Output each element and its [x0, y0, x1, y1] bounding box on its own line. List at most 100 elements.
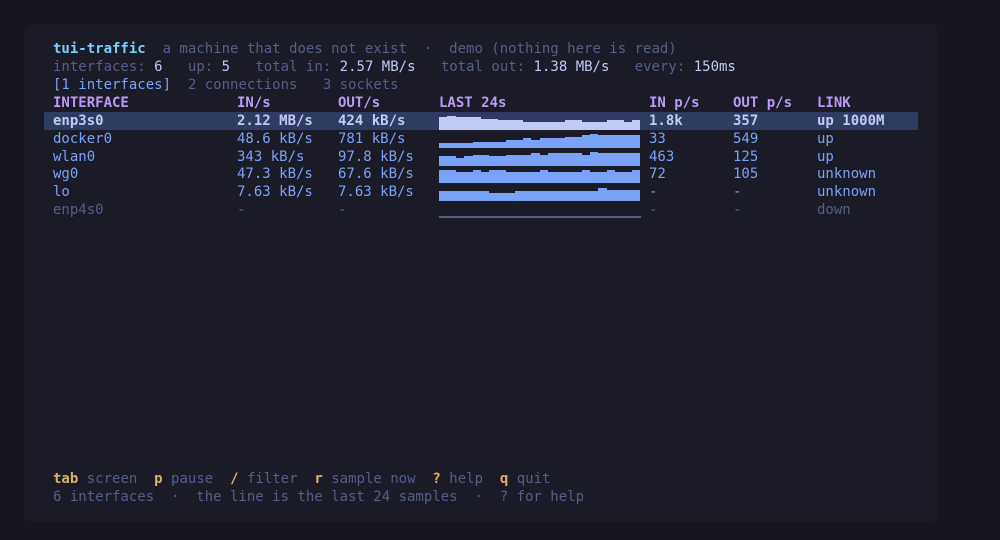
- cell-out-pps: 125: [733, 148, 759, 165]
- sparkline-bar: [531, 152, 540, 166]
- cell-interface: enp3s0: [53, 113, 104, 129]
- cell-in-pps: 33: [649, 130, 666, 147]
- sparkline-bar: [548, 122, 557, 130]
- sparkline-bar: [539, 191, 549, 202]
- table-row[interactable]: lo 7.63 kB/s 7.63 kB/s - - unknown: [44, 183, 918, 202]
- cell-out: 97.8 kB/s: [338, 148, 414, 165]
- key-help[interactable]: ?: [432, 471, 440, 487]
- cell-link: unknown: [817, 184, 877, 201]
- sparkline-bar: [556, 122, 565, 130]
- cell-out-pps: -: [733, 202, 742, 218]
- interfaces-label: interfaces:: [53, 59, 146, 75]
- sparkline-bar: [522, 122, 532, 130]
- sparkline-bar: [564, 191, 574, 202]
- table-row[interactable]: wlan0 343 kB/s 97.8 kB/s 463 125 up: [44, 148, 918, 166]
- cell-in-pps: -: [649, 184, 658, 201]
- sparkline-bar: [439, 170, 448, 184]
- cell-link: up: [817, 130, 834, 147]
- sparkline-bar: [514, 172, 523, 184]
- sparkline-bar: [480, 119, 490, 130]
- key-tab[interactable]: tab: [53, 471, 78, 487]
- cell-link: up 1000M: [817, 113, 885, 129]
- cell-in: 48.6 kB/s: [237, 130, 313, 147]
- sparkline: [439, 201, 641, 219]
- table-row[interactable]: wg0 47.3 kB/s 67.6 kB/s 72 105 unknown: [44, 165, 918, 184]
- sparkline: [439, 130, 641, 148]
- sparkline-bar: [472, 154, 481, 166]
- table-row[interactable]: enp3s0 2.12 MB/s 424 kB/s 1.8k 357 up 1000M: [44, 112, 918, 130]
- sparkline-bar: [464, 191, 473, 202]
- col-in-pps: IN p/s: [649, 95, 700, 111]
- every-label: every:: [634, 59, 686, 75]
- col-last24s: LAST 24s: [439, 95, 507, 111]
- sparkline-bar: [497, 193, 507, 202]
- tab-connections[interactable]: 2 connections: [188, 77, 298, 93]
- col-in: IN/s: [237, 95, 271, 111]
- sparkline-bar: [606, 170, 616, 184]
- cell-link: up: [817, 148, 834, 165]
- sparkline-bar: [531, 139, 540, 148]
- sparkline-bar: [573, 152, 582, 166]
- cell-out-pps: 357: [733, 113, 759, 129]
- sparkline-bar: [631, 170, 641, 184]
- sparkline-bar: [464, 172, 473, 184]
- sparkline-bar: [439, 191, 448, 202]
- sparkline-bar: [539, 137, 549, 148]
- cell-out: -: [338, 202, 347, 218]
- key-q[interactable]: q: [500, 471, 508, 487]
- sparkline-bar: [598, 122, 607, 130]
- sparkline-bar: [489, 155, 498, 166]
- sparkline-bar: [497, 170, 507, 184]
- key-tab-label: screen: [86, 471, 138, 487]
- sparkline-bar: [506, 193, 515, 202]
- sparkline-bar: [439, 117, 448, 130]
- sparkline-bar: [489, 170, 498, 184]
- sparkline-bar: [556, 172, 565, 184]
- sparkline-bar: [556, 137, 565, 148]
- up-value: 5: [221, 59, 231, 75]
- keybindings-bar: tab screen p pause / filter r sample now…: [53, 470, 550, 488]
- key-q-label: quit: [516, 471, 551, 487]
- sparkline-bar: [472, 117, 481, 130]
- sparkline-bar: [497, 120, 507, 130]
- sparkline-bar: [581, 154, 591, 166]
- sparkline-bar: [506, 172, 515, 184]
- sparkline-bar: [598, 172, 607, 184]
- sparkline-bar: [590, 133, 599, 148]
- cell-in: -: [237, 202, 246, 218]
- cell-in-pps: 1.8k: [649, 113, 683, 129]
- tab-interfaces[interactable]: [1 interfaces]: [53, 77, 171, 93]
- cell-in-pps: 72: [649, 166, 666, 183]
- cell-link: down: [817, 202, 851, 218]
- sparkline-bar: [631, 190, 641, 202]
- table-row[interactable]: enp4s0 - - - - down: [44, 201, 918, 219]
- cell-out-pps: -: [733, 184, 742, 201]
- title-line: tui-traffic a machine that does not exis…: [53, 40, 677, 58]
- cell-interface: lo: [53, 184, 70, 201]
- cell-interface: wg0: [53, 166, 79, 183]
- sparkline-bar: [556, 152, 565, 166]
- cell-out: 7.63 kB/s: [338, 184, 414, 201]
- key-help-label: help: [449, 471, 483, 487]
- cell-link: unknown: [817, 166, 877, 183]
- sparkline-bar: [455, 172, 465, 184]
- key-slash[interactable]: /: [230, 471, 238, 487]
- cell-out-pps: 549: [733, 130, 759, 147]
- terminal-window: tui-traffic a machine that does not exis…: [24, 24, 938, 522]
- sparkline-bar: [506, 120, 515, 130]
- tab-sockets[interactable]: 3 sockets: [323, 77, 399, 93]
- sparkline-bar: [514, 191, 523, 202]
- table-row[interactable]: docker0 48.6 kB/s 781 kB/s 33 549 up: [44, 130, 918, 148]
- sparkline-bar: [606, 190, 616, 202]
- key-r[interactable]: r: [314, 471, 322, 487]
- cell-in-pps: -: [649, 202, 658, 218]
- sparkline-bar: [581, 170, 591, 184]
- stats-line: interfaces: 6 up: 5 total in: 2.57 MB/s …: [53, 58, 736, 76]
- key-p[interactable]: p: [154, 471, 162, 487]
- sparkline-bar: [631, 120, 641, 130]
- sparkline-bar: [506, 139, 515, 148]
- cell-interface: enp4s0: [53, 202, 104, 218]
- total-in-label: total in:: [255, 59, 332, 75]
- sparkline: [439, 112, 641, 130]
- sparkline-bar: [590, 191, 599, 202]
